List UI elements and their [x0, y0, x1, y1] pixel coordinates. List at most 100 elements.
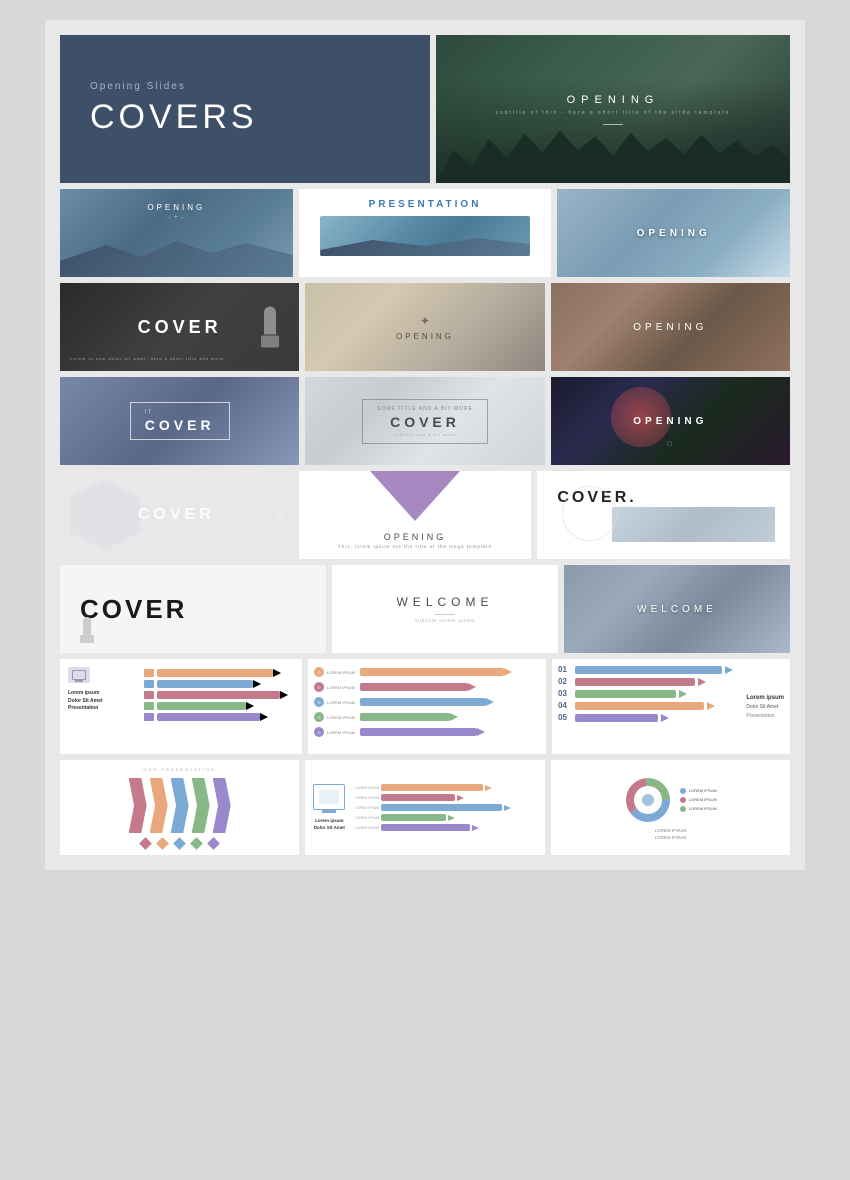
row-7: Lorem ipsumDolor Sit AmetPresentation [60, 659, 790, 754]
circle-chart-text: LOREM IPSUM LOREM IPSUM [655, 828, 687, 840]
slide-cover-building[interactable]: COVER. [537, 471, 790, 559]
num-bar-3 [360, 698, 486, 706]
monitor-screen [319, 790, 339, 804]
bar-item [144, 702, 294, 710]
slide-device-infographic[interactable]: Lorem ipsumDolor Sit Amet LOREM IPSUM LO… [305, 760, 544, 855]
right-arrow-4 [707, 702, 715, 710]
welcome-white-text: WELCOME [396, 595, 493, 609]
hero-subtitle: Opening Slides [90, 81, 400, 92]
right-arrow-1 [725, 666, 733, 674]
num-label-2: LOREM IPSUM [327, 685, 357, 690]
device-bar-label-4: LOREM IPSUM [351, 816, 379, 820]
welcome-sub: subtitle lorem ipsum [415, 618, 475, 623]
mountain-opening-text: OPENING [60, 189, 293, 212]
arrow-3 [171, 778, 189, 833]
num-circle-4: ⊙ [314, 712, 324, 722]
device-bar-label-5: LOREM IPSUM [351, 826, 379, 830]
welcome-line [435, 614, 455, 615]
slide-cover-bw[interactable]: COVER [60, 565, 326, 653]
right-bar-5 [575, 714, 658, 722]
device-bars: LOREM IPSUM LOREM IPSUM LOREM IPSUM LORE… [351, 784, 536, 831]
device-bar-3: LOREM IPSUM [351, 804, 536, 811]
slide-opening-book[interactable]: ✦ OPENING [305, 283, 544, 371]
slide-welcome-misty[interactable]: WELCOME [564, 565, 790, 653]
opening-line [603, 124, 623, 125]
arrows-row [129, 778, 231, 833]
right-numbered-list: 01 02 03 04 [558, 665, 742, 748]
bar-icon-3 [144, 691, 154, 699]
num-circle-2: ⊙ [314, 682, 324, 692]
num-arrow-3 [486, 698, 494, 706]
slide-infographic-2[interactable]: ⊙ LOREM IPSUM ⊙ LOREM IPSUM ⊙ LOREM IPSU… [308, 659, 546, 754]
infographic-icon-1 [68, 667, 90, 683]
row-8: OUR PRESENTATION [60, 760, 790, 855]
bw-cover-text: COVER [80, 594, 187, 625]
device-bar-2: LOREM IPSUM [351, 794, 536, 801]
slide-cover-room[interactable]: COVER ⬡ [60, 471, 293, 559]
num-bar-2 [360, 683, 468, 691]
bar-item [144, 669, 294, 677]
device-bar-fill-5 [381, 824, 470, 831]
slide-opening-forest[interactable]: OPENING subtitle of this - here a short … [436, 35, 790, 183]
diamond-1 [139, 837, 152, 850]
legend-label-3: LOREM IPSUM [689, 806, 717, 811]
legend-dot-3 [680, 806, 686, 812]
num-label-3: LOREM IPSUM [327, 700, 357, 705]
dark-cover-text: COVER [138, 317, 222, 338]
building-image [612, 507, 775, 542]
slide-opening-flowers[interactable]: OPENING This, lorem ipsum ste the title … [299, 471, 532, 559]
right-item-3: 03 [558, 689, 742, 698]
slide-cover-mountains[interactable]: IT COVER [60, 377, 299, 465]
right-arrow-2 [698, 678, 706, 686]
device-title: Lorem ipsumDolor Sit Amet [314, 818, 345, 831]
circle-sub-2: LOREM IPSUM [655, 835, 687, 840]
row-3: COVER Lorem ip sum dolor sit amet, here … [60, 283, 790, 371]
num-item-2: ⊙ LOREM IPSUM [314, 682, 540, 692]
device-left: Lorem ipsumDolor Sit Amet [313, 784, 345, 831]
circle-sub-1: LOREM IPSUM [655, 828, 687, 833]
right-arrow-3 [679, 690, 687, 698]
row-4: IT COVER SOME TITLE AND A BIT MORE COVER… [60, 377, 790, 465]
num-item-1: ⊙ LOREM IPSUM [314, 667, 540, 677]
slide-opening-pier[interactable]: OPENING [557, 189, 790, 277]
num-item-5: ⊙ LOREM IPSUM [314, 727, 540, 737]
slide-covers-hero[interactable]: Opening Slides COVERS [60, 35, 430, 183]
infographic-left: Lorem ipsumDolor Sit AmetPresentation [68, 667, 138, 713]
presentation-title: PRESENTATION [369, 199, 482, 210]
hexagon-overlay [70, 480, 140, 550]
arrow-1 [129, 778, 147, 833]
row-6: COVER WELCOME subtitle lorem ipsum WELCO… [60, 565, 790, 653]
slide-cover-dark[interactable]: COVER Lorem ip sum dolor sit amet, here … [60, 283, 299, 371]
slide-arrows[interactable]: OUR PRESENTATION [60, 760, 299, 855]
legend-label-1: LOREM IPSUM [689, 788, 717, 793]
slide-opening-autumn[interactable]: OPENING [551, 283, 790, 371]
device-bar-fill-2 [381, 794, 455, 801]
slide-infographic-3[interactable]: 01 02 03 04 [552, 659, 790, 754]
diamonds-row [141, 839, 218, 848]
bar-fill-3 [157, 691, 280, 699]
device-bar-label-1: LOREM IPSUM [351, 786, 379, 790]
legend-dot-1 [680, 788, 686, 794]
slide-cover-mist[interactable]: SOME TITLE AND A BIT MORE COVER subtitle… [305, 377, 544, 465]
slide-mountain-opening[interactable]: OPENING — ✈ — [60, 189, 293, 277]
mist-cover-text: COVER [377, 414, 473, 430]
arrow-5 [213, 778, 231, 833]
num-arrow-5 [477, 728, 485, 736]
right-item-2: 02 [558, 677, 742, 686]
device-bar-fill-3 [381, 804, 501, 811]
num-arrow-1 [504, 668, 512, 676]
slide-infographic-1[interactable]: Lorem ipsumDolor Sit AmetPresentation [60, 659, 302, 754]
diamond-3 [173, 837, 186, 850]
slide-presentation[interactable]: PRESENTATION [299, 189, 552, 277]
num-bar-5 [360, 728, 477, 736]
slide-welcome-white[interactable]: WELCOME subtitle lorem ipsum [332, 565, 558, 653]
slide-opening-bokeh[interactable]: OPENING ◯ [551, 377, 790, 465]
row-2: OPENING — ✈ — PRESENTATION OPENING [60, 189, 790, 277]
legend-item-3: LOREM IPSUM [680, 806, 717, 812]
arrow-2 [150, 778, 168, 833]
bar-fill-2 [157, 680, 253, 688]
right-text-block: Lorem ipsum Dolor Sit Amet Presentation [746, 665, 784, 748]
slide-circle-chart[interactable]: LOREM IPSUM LOREM IPSUM LOREM IPSUM LORE… [551, 760, 790, 855]
infographic-text-1: Lorem ipsumDolor Sit AmetPresentation [68, 690, 138, 713]
bar-icon-2 [144, 680, 154, 688]
